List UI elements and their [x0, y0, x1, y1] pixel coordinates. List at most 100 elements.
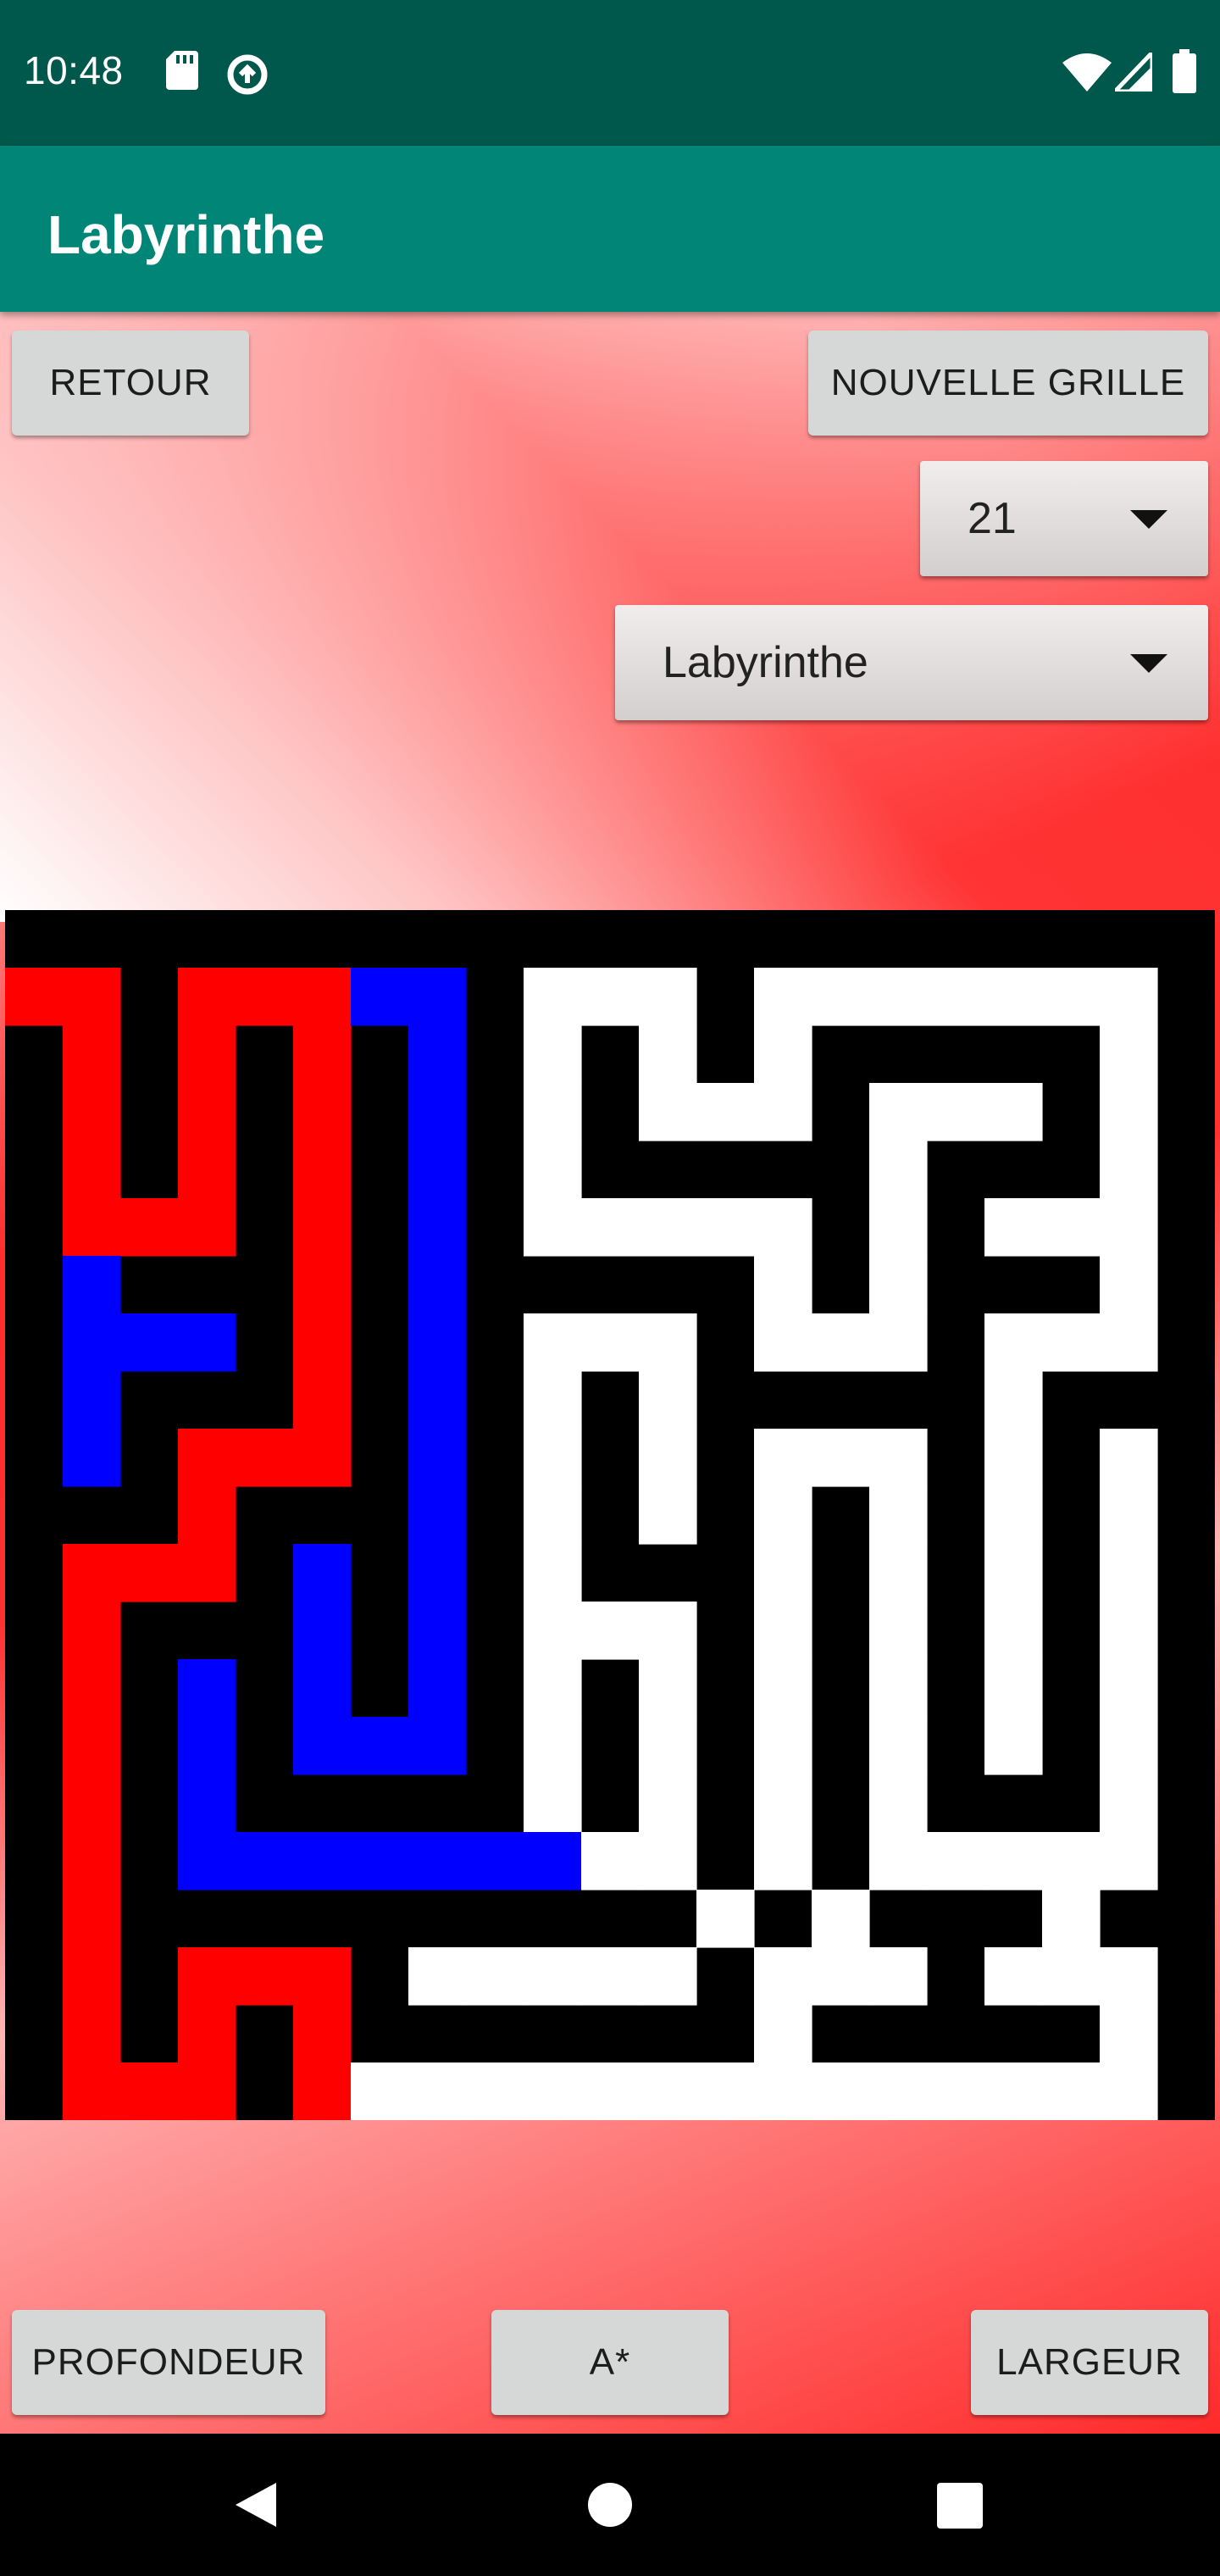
maze-path-cell [63, 1602, 121, 1660]
maze-open-cell [1042, 1947, 1101, 2006]
maze-open-cell [1100, 1025, 1158, 1084]
maze-open-cell [984, 1083, 1043, 1141]
home-nav-icon[interactable] [586, 2481, 634, 2529]
maze-open-cell [869, 1429, 928, 1487]
back-nav-icon[interactable] [232, 2481, 280, 2529]
maze-open-cell [639, 1313, 697, 1372]
maze-explored-cell [408, 1602, 467, 1660]
maze-open-cell [984, 1429, 1043, 1487]
maze-path-cell [293, 1256, 352, 1314]
maze-open-cell [639, 1025, 697, 1084]
app-title: Labyrinthe [47, 204, 325, 265]
maze-open-cell [869, 1313, 928, 1372]
maze-open-cell [524, 1544, 582, 1602]
maze-path-cell [178, 1025, 236, 1084]
astar-search-button[interactable]: A* [491, 2310, 729, 2415]
maze-open-cell [1100, 1544, 1158, 1602]
maze-open-cell [1042, 2062, 1101, 2120]
maze-open-cell [754, 1256, 812, 1314]
maze-path-cell [293, 1141, 352, 1199]
maze-open-cell [639, 1717, 697, 1775]
maze-open-cell [524, 1659, 582, 1718]
back-button[interactable]: RETOUR [12, 330, 249, 436]
maze-open-cell [581, 2062, 640, 2120]
maze-path-cell [293, 2062, 352, 2120]
maze-open-cell [524, 1141, 582, 1199]
depth-search-button[interactable]: PROFONDEUR [12, 2310, 325, 2415]
maze-path-cell [293, 1371, 352, 1430]
battery-icon [1173, 49, 1196, 93]
maze-open-cell [581, 1198, 640, 1257]
maze-open-cell [639, 1774, 697, 1833]
maze-open-cell [984, 968, 1043, 1026]
new-grid-button[interactable]: NOUVELLE GRILLE [808, 330, 1208, 436]
maze-explored-cell [293, 1717, 352, 1775]
maze-open-cell [812, 1947, 870, 2006]
maze-open-cell [1042, 1198, 1101, 1257]
maze-open-cell [984, 1544, 1043, 1602]
maze-path-cell [293, 1198, 352, 1257]
maze-open-cell [581, 1832, 640, 1890]
status-bar: 10:48 [0, 0, 1220, 146]
maze-open-cell [754, 1717, 812, 1775]
maze-path-cell [293, 1947, 352, 2006]
maze-open-cell [466, 1947, 524, 2006]
maze-path-cell [293, 1083, 352, 1141]
maze-path-cell [63, 1947, 121, 2006]
maze-explored-cell [408, 1313, 467, 1372]
maze-path-cell [63, 1198, 121, 1257]
maze-open-cell [869, 1544, 928, 1602]
recents-nav-icon[interactable] [937, 2483, 983, 2529]
maze-path-cell [293, 1025, 352, 1084]
maze-open-cell [1042, 1890, 1101, 1948]
maze-open-cell [1100, 1774, 1158, 1833]
maze-open-cell [927, 968, 985, 1026]
maze-open-cell [1100, 1313, 1158, 1372]
maze-path-cell [178, 1544, 236, 1602]
maze-open-cell [524, 1429, 582, 1487]
maze-open-cell [754, 1083, 812, 1141]
maze-explored-cell [408, 1717, 467, 1775]
grid-type-select[interactable]: Labyrinthe [615, 605, 1208, 720]
maze-explored-cell [408, 1083, 467, 1141]
breadth-search-button[interactable]: LARGEUR [971, 2310, 1208, 2415]
maze-open-cell [812, 2062, 870, 2120]
maze-open-cell [754, 1774, 812, 1833]
maze-open-cell [696, 1083, 755, 1141]
maze-explored-cell [351, 1832, 409, 1890]
maze-explored-cell [293, 1544, 352, 1602]
maze-open-cell [1100, 1717, 1158, 1775]
chevron-down-icon [1130, 510, 1167, 529]
maze-open-cell [754, 1313, 812, 1372]
maze-open-cell [1100, 1198, 1158, 1257]
maze-path-cell [178, 1486, 236, 1545]
maze-path-cell [5, 968, 64, 1026]
maze-path-cell [63, 1890, 121, 1948]
maze-explored-cell [178, 1717, 236, 1775]
maze-explored-cell [63, 1371, 121, 1430]
maze-open-cell [1100, 2005, 1158, 2063]
maze-open-cell [524, 2062, 582, 2120]
maze-open-cell [754, 1832, 812, 1890]
maze-explored-cell [120, 1313, 179, 1372]
maze-open-cell [524, 1025, 582, 1084]
maze-path-cell [178, 2062, 236, 2120]
maze-path-cell [63, 968, 121, 1026]
maze-path-cell [178, 1141, 236, 1199]
maze-open-cell [869, 1717, 928, 1775]
maze-open-cell [869, 1198, 928, 1257]
maze-grid[interactable] [5, 910, 1215, 2120]
chevron-down-icon [1130, 654, 1167, 673]
maze-open-cell [466, 2062, 524, 2120]
maze-open-cell [639, 1371, 697, 1430]
maze-explored-cell [293, 1602, 352, 1660]
maze-open-cell [524, 1371, 582, 1430]
maze-open-cell [754, 1602, 812, 1660]
maze-open-cell [639, 2062, 697, 2120]
grid-size-select[interactable]: 21 [920, 461, 1208, 576]
maze-open-cell [927, 1083, 985, 1141]
maze-open-cell [984, 1198, 1043, 1257]
maze-path-cell [63, 1141, 121, 1199]
maze-path-cell [178, 1429, 236, 1487]
maze-explored-cell [408, 1832, 467, 1890]
